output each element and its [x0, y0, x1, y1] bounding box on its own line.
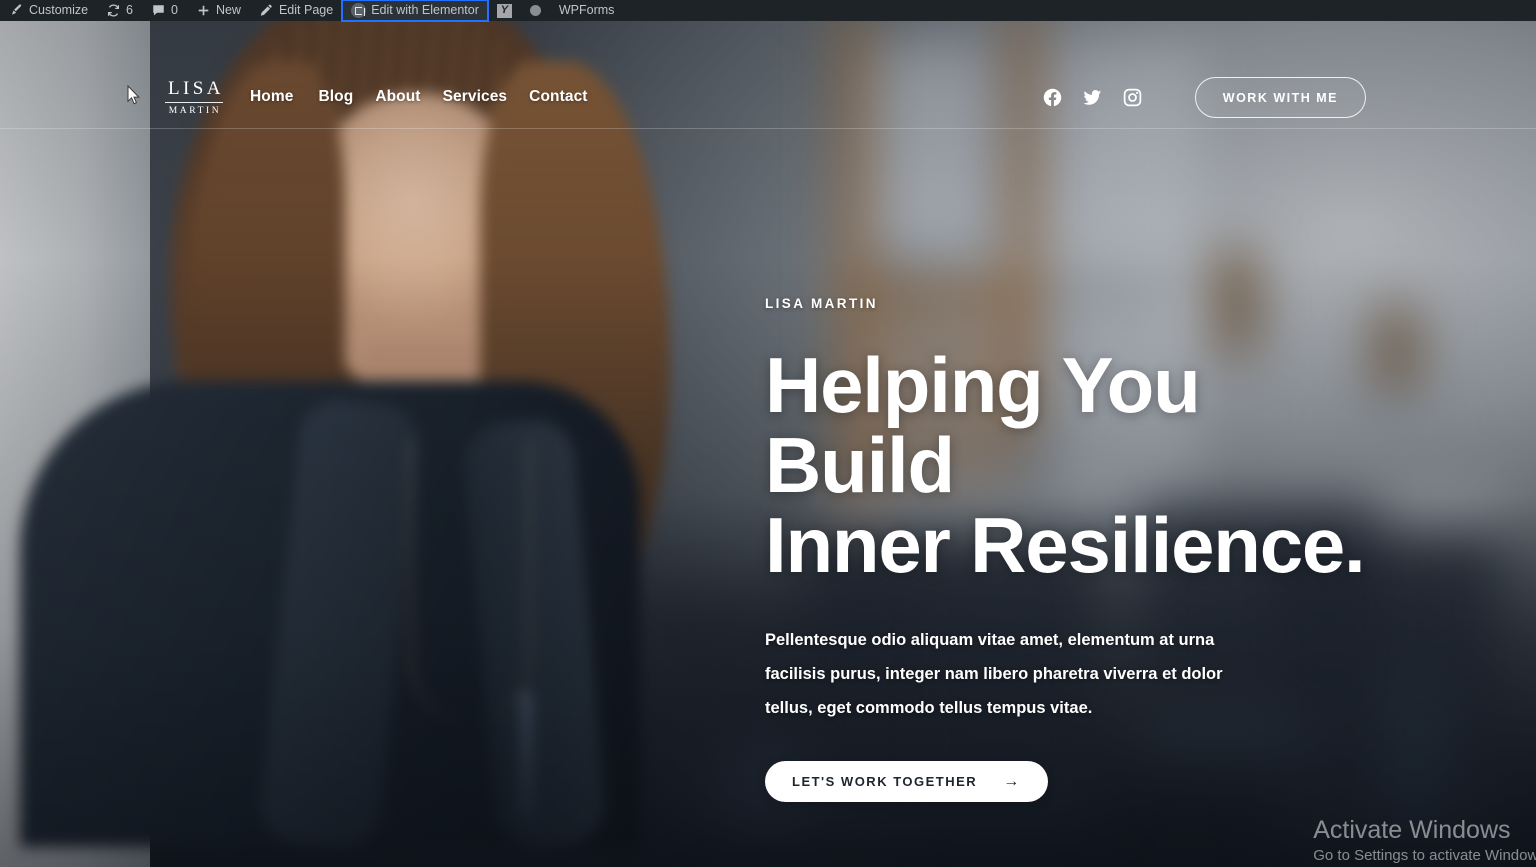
plus-icon — [196, 3, 211, 18]
hero-content: LISA MARTIN Helping You Build Inner Resi… — [765, 296, 1405, 802]
adminbar-wpforms[interactable]: WPForms — [550, 0, 624, 21]
adminbar-yoast-seo[interactable]: Y — [488, 0, 521, 21]
comment-bubble-icon — [151, 3, 166, 18]
instagram-icon[interactable] — [1122, 87, 1143, 108]
site-logo[interactable]: LISA MARTIN — [165, 79, 223, 117]
nav-item-services[interactable]: Services — [443, 84, 530, 110]
gray-dot-icon — [529, 5, 541, 16]
site-header: LISA MARTIN Home Blog About Services Con… — [0, 21, 1536, 128]
twitter-icon[interactable] — [1082, 87, 1103, 108]
lets-work-together-button[interactable]: LET'S WORK TOGETHER → — [765, 761, 1048, 802]
arrow-right-icon: → — [1003, 772, 1021, 790]
logo-divider — [165, 102, 223, 103]
hero-paragraph: Pellentesque odio aliquam vitae amet, el… — [765, 631, 1223, 717]
wordpress-admin-bar: Customize 6 0 New Edit Page Edit with El… — [0, 0, 1536, 22]
paintbrush-icon — [9, 3, 24, 18]
adminbar-customize-label: Customize — [29, 3, 89, 17]
logo-secondary-text: MARTIN — [168, 106, 222, 116]
nav-item-about[interactable]: About — [375, 84, 442, 110]
adminbar-edit-page[interactable]: Edit Page — [250, 0, 342, 21]
nav-item-contact[interactable]: Contact — [529, 84, 587, 110]
adminbar-edit-with-elementor[interactable]: Edit with Elementor — [341, 0, 489, 22]
adminbar-updates-count: 6 — [126, 3, 133, 17]
hero-headline-line-1: Helping You Build — [765, 341, 1201, 509]
adminbar-new-label: New — [215, 3, 241, 17]
cta-label: LET'S WORK TOGETHER — [792, 774, 978, 789]
logo-primary-text: LISA — [168, 78, 224, 99]
work-with-me-button[interactable]: WORK WITH ME — [1194, 77, 1366, 118]
hero-subject-photo — [0, 21, 780, 867]
adminbar-plugin-dot[interactable] — [521, 0, 550, 21]
adminbar-wpforms-label: WPForms — [558, 3, 615, 17]
nav-item-home[interactable]: Home — [250, 84, 318, 110]
adminbar-customize[interactable]: Customize — [0, 0, 97, 21]
social-links — [1042, 87, 1143, 108]
nav-item-blog[interactable]: Blog — [318, 84, 375, 110]
hero-eyebrow: LISA MARTIN — [765, 296, 878, 311]
facebook-icon[interactable] — [1042, 87, 1063, 108]
header-divider — [0, 128, 1536, 129]
header-right-group: WORK WITH ME — [1042, 77, 1536, 118]
adminbar-edit-page-label: Edit Page — [278, 3, 334, 17]
updates-icon — [106, 3, 121, 18]
hero-headline-line-2: Inner Resilience. — [765, 501, 1366, 589]
adminbar-new[interactable]: New — [187, 0, 250, 21]
adminbar-comments[interactable]: 0 — [142, 0, 187, 21]
yoast-icon: Y — [496, 3, 512, 18]
main-navigation: Home Blog About Services Contact — [250, 84, 588, 110]
hero-headline: Helping You Build Inner Resilience. — [765, 345, 1405, 585]
elementor-icon — [351, 3, 367, 18]
hero-section: LISA MARTIN Home Blog About Services Con… — [0, 21, 1536, 867]
adminbar-elementor-label: Edit with Elementor — [371, 3, 479, 17]
pencil-icon — [259, 3, 274, 18]
adminbar-updates[interactable]: 6 — [97, 0, 142, 21]
adminbar-comments-count: 0 — [171, 3, 178, 17]
browser-viewport: LISA MARTIN Home Blog About Services Con… — [0, 0, 1536, 867]
